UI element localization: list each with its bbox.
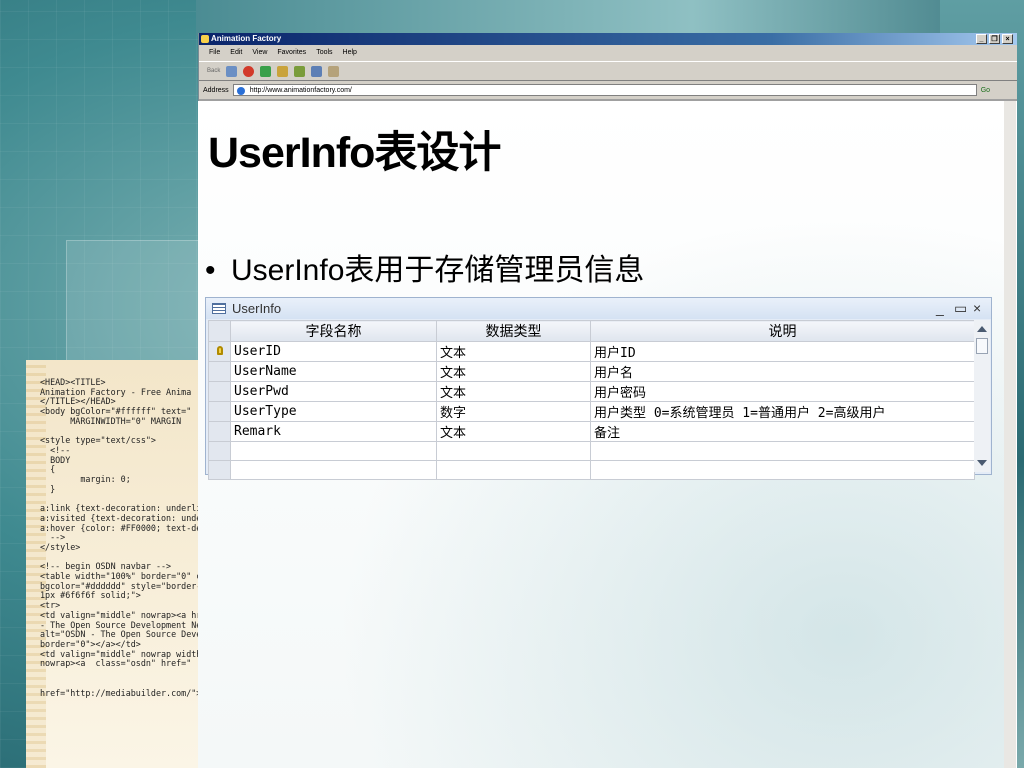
table-maximize-button[interactable]: ▭ [954,299,967,317]
refresh-icon[interactable] [260,65,272,77]
table-row[interactable] [208,441,975,461]
mail-icon[interactable] [328,65,340,77]
table-row[interactable]: UserType 数字 用户类型 0=系统管理员 1=普通用户 2=高级用户 [208,401,975,422]
column-header-field-name[interactable]: 字段名称 [230,320,437,342]
data-type-cell[interactable]: 文本 [436,421,591,442]
background-top-strip [196,0,1024,36]
table-row[interactable]: UserName 文本 用户名 [208,361,975,382]
scroll-thumb[interactable] [976,338,988,354]
back-button[interactable]: Back [207,68,220,74]
data-type-cell[interactable]: 文本 [436,361,591,382]
description-cell[interactable]: 用户类型 0=系统管理员 1=普通用户 2=高级用户 [590,401,975,422]
data-type-cell[interactable] [436,441,591,461]
menu-tools[interactable]: Tools [316,45,332,61]
column-header-data-type[interactable]: 数据类型 [436,320,591,342]
field-name-cell[interactable] [230,460,437,480]
table-row[interactable]: UserID 文本 用户ID [208,341,975,362]
description-cell[interactable]: 用户ID [590,341,975,362]
scroll-down-arrow-icon[interactable] [977,460,987,466]
print-icon[interactable] [311,65,323,77]
description-cell[interactable]: 备注 [590,421,975,442]
scroll-up-arrow-icon[interactable] [977,326,987,332]
field-name-cell[interactable]: UserType [230,401,437,422]
menu-file[interactable]: File [209,45,220,61]
forward-icon[interactable] [226,65,238,77]
close-button[interactable]: × [1002,34,1013,44]
browser-toolbar: Back [199,61,1017,81]
ie-app-icon [201,35,209,43]
browser-title: Animation Factory [211,34,282,43]
row-selector[interactable] [208,421,231,442]
table-window-title: UserInfo [232,301,282,316]
field-grid: 字段名称 数据类型 说明 UserID 文本 用户ID UserName 文本 … [208,320,975,480]
restore-button[interactable]: ❐ [989,34,1000,44]
favorites-icon[interactable] [294,65,306,77]
grid-scrollbar[interactable] [974,320,990,472]
menu-edit[interactable]: Edit [230,45,242,61]
row-selector[interactable] [208,341,231,362]
table-row[interactable]: Remark 文本 备注 [208,421,975,442]
description-cell[interactable]: 用户名 [590,361,975,382]
stop-icon[interactable] [243,65,255,77]
browser-scrollbar[interactable] [1002,101,1016,768]
description-cell[interactable] [590,460,975,480]
data-type-cell[interactable]: 文本 [436,381,591,402]
row-selector[interactable] [208,361,231,382]
column-header-description[interactable]: 说明 [590,320,975,342]
bullet-text: UserInfo表用于存储管理员信息 [231,254,645,287]
field-name-cell[interactable]: UserName [230,361,437,382]
table-minimize-button[interactable]: _ [936,299,944,317]
row-selector[interactable] [208,401,231,422]
row-selector-header[interactable] [208,320,231,342]
bullet-item: • UserInfo表用于存储管理员信息 [205,245,644,289]
description-cell[interactable] [590,441,975,461]
window-controls: _ ❐ × [976,34,1013,44]
row-selector[interactable] [208,381,231,402]
page-icon [236,87,245,95]
data-type-cell[interactable] [436,460,591,480]
data-type-cell[interactable]: 数字 [436,401,591,422]
row-selector[interactable] [208,441,231,461]
slide-title: UserInfo表设计 [208,129,501,177]
menu-bar: File Edit View Favorites Tools Help [199,45,1017,61]
table-design-window: UserInfo _ ▭ × 字段名称 数据类型 说明 UserID 文本 用户… [205,297,992,480]
table-icon [212,303,226,314]
menu-help[interactable]: Help [343,45,357,61]
minimize-button[interactable]: _ [976,34,987,44]
table-close-button[interactable]: × [973,299,981,317]
table-row[interactable] [208,460,975,480]
menu-favorites[interactable]: Favorites [277,45,306,61]
go-button[interactable]: Go [981,87,990,94]
field-name-cell[interactable]: UserID [230,341,437,362]
field-name-cell[interactable]: UserPwd [230,381,437,402]
field-name-cell[interactable]: Remark [230,421,437,442]
table-window-titlebar: UserInfo _ ▭ × [206,298,991,319]
table-row[interactable]: UserPwd 文本 用户密码 [208,381,975,402]
home-icon[interactable] [277,65,289,77]
address-input[interactable]: http://www.animationfactory.com/ [232,84,977,96]
address-bar: Address http://www.animationfactory.com/… [199,81,1017,99]
row-selector[interactable] [208,460,231,480]
bullet-marker: • [205,254,216,287]
description-cell[interactable]: 用户密码 [590,381,975,402]
menu-view[interactable]: View [252,45,267,61]
background-code-overlay [66,240,208,372]
data-type-cell[interactable]: 文本 [436,341,591,362]
address-label: Address [203,86,229,94]
field-name-cell[interactable] [230,441,437,461]
primary-key-icon [216,346,223,355]
browser-titlebar: Animation Factory _ ❐ × [199,33,1017,45]
grid-header-row: 字段名称 数据类型 说明 [208,320,975,342]
address-value: http://www.animationfactory.com/ [249,87,352,94]
